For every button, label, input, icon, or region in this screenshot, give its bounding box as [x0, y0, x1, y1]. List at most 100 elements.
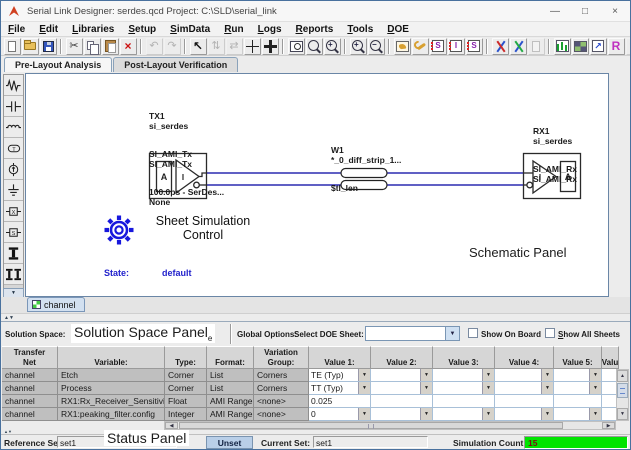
cell-variable[interactable]: Etch [58, 369, 165, 382]
cell-format[interactable]: AMI Range [207, 395, 254, 408]
cell-value3[interactable]: ▼ [433, 382, 495, 395]
dropdown-arrow-icon[interactable]: ▼ [589, 408, 601, 420]
dropdown-arrow-icon[interactable]: ▼ [482, 369, 494, 381]
source-icon[interactable] [4, 159, 23, 180]
menu-edit[interactable]: Edit [32, 24, 65, 35]
dropdown-arrow-icon[interactable]: ▼ [358, 369, 370, 381]
zoom-in-alt-icon[interactable]: + [349, 37, 367, 55]
menu-run[interactable]: Run [217, 24, 250, 35]
menu-tools[interactable]: Tools [340, 24, 380, 35]
save-icon[interactable] [39, 37, 57, 55]
cell-variable[interactable]: RX1:peaking_filter.config [58, 408, 165, 421]
dropdown-arrow-icon[interactable]: ▼ [541, 369, 553, 381]
sparam-viewer-icon[interactable]: S [429, 37, 447, 55]
scroll-left-icon[interactable]: ◀ [165, 422, 178, 429]
cell-net[interactable]: channel [2, 382, 58, 395]
cell-value4[interactable]: ▼ [495, 408, 554, 421]
cell-value3[interactable]: ▼ [433, 369, 495, 382]
cell-net[interactable]: channel [2, 408, 58, 421]
cell-value1[interactable]: TE (Typ) ▼ [309, 369, 371, 382]
cell-value1[interactable]: TT (Typ) ▼ [309, 382, 371, 395]
menu-setup[interactable]: Setup [121, 24, 163, 35]
results-viewer-icon[interactable]: ↗ [589, 37, 607, 55]
resistor-icon[interactable] [4, 75, 23, 96]
cell-value4[interactable]: ▼ [495, 369, 554, 382]
cell-value2[interactable] [371, 395, 433, 408]
run-manager-icon[interactable]: R [607, 37, 625, 55]
panel-splitter[interactable]: ▲▼ [1, 313, 630, 321]
zoom-fit-icon[interactable] [305, 37, 323, 55]
cell-variable[interactable]: RX1:Rx_Receiver_Sensitivity [58, 395, 165, 408]
cell-format[interactable]: AMI Range [207, 408, 254, 421]
table-horizontal-scrollbar[interactable]: ◀ ▶ [164, 421, 616, 430]
cell-group[interactable]: Corners [254, 369, 309, 382]
probe-net-icon[interactable] [509, 37, 527, 55]
dropdown-arrow-icon[interactable]: ▼ [420, 408, 432, 420]
tools-wizard-icon[interactable] [411, 37, 429, 55]
schematic-canvas[interactable]: A I A I TX1 si_serdes SI_AMI_Tx SI_AMI_Tx [25, 73, 609, 297]
open-folder-icon[interactable] [21, 37, 39, 55]
tab-post-layout-verification[interactable]: Post-Layout Verification [113, 57, 239, 72]
cell-group[interactable]: <none> [254, 408, 309, 421]
xblock-icon[interactable]: X [4, 201, 23, 222]
cell-value2[interactable]: ▼ [371, 369, 433, 382]
cell-type[interactable]: Corner [165, 369, 207, 382]
dropdown-arrow-icon[interactable]: ▼ [589, 369, 601, 381]
zoom-out-icon[interactable]: − [367, 37, 385, 55]
copy-icon[interactable] [83, 37, 101, 55]
cell-net[interactable]: channel [2, 369, 58, 382]
cell-value4[interactable]: ▼ [495, 382, 554, 395]
doe-sheet-combobox[interactable]: ▼ [365, 326, 460, 341]
dropdown-arrow-icon[interactable]: ▼ [541, 382, 553, 394]
dropdown-arrow-icon[interactable]: ▼ [482, 382, 494, 394]
cut-icon[interactable]: ✂ [65, 37, 83, 55]
dropdown-arrow-icon[interactable]: ▼ [420, 369, 432, 381]
zoom-in-icon[interactable]: + [323, 37, 341, 55]
sheet-tab-channel[interactable]: channel [27, 297, 85, 312]
spice-viewer-icon[interactable]: S [465, 37, 483, 55]
ibis-viewer-icon[interactable]: I [447, 37, 465, 55]
tab-pre-layout-analysis[interactable]: Pre-Layout Analysis [4, 57, 113, 72]
cell-value5[interactable]: ▼ [554, 369, 602, 382]
select-pointer-icon[interactable]: ↖ [189, 37, 207, 55]
cell-value5[interactable]: ▼ [554, 382, 602, 395]
cell-group[interactable]: Corners [254, 382, 309, 395]
dual-connector-icon[interactable] [4, 264, 23, 285]
dropdown-arrow-icon[interactable]: ▼ [358, 382, 370, 394]
connector-icon[interactable] [4, 243, 23, 264]
maximize-button[interactable]: □ [570, 1, 600, 21]
menu-libraries[interactable]: Libraries [65, 24, 121, 35]
menu-doe[interactable]: DOE [380, 24, 416, 35]
sheet-simulation-gear-icon[interactable] [102, 213, 136, 247]
minimize-button[interactable]: — [540, 1, 570, 21]
cell-format[interactable]: List [207, 382, 254, 395]
cell-value4[interactable] [495, 395, 554, 408]
vertical-scroll-thumb[interactable] [617, 383, 628, 398]
move-icon[interactable] [261, 37, 279, 55]
cell-value2[interactable]: ▼ [371, 408, 433, 421]
transmission-line-icon[interactable]: T [4, 138, 23, 159]
capacitor-icon[interactable] [4, 96, 23, 117]
cell-value2[interactable]: ▼ [371, 382, 433, 395]
paste-icon[interactable] [101, 37, 119, 55]
dropdown-arrow-icon[interactable]: ▼ [420, 382, 432, 394]
cell-value3[interactable]: ▼ [433, 408, 495, 421]
sblock-icon[interactable]: S [4, 222, 23, 243]
cell-value5[interactable] [554, 395, 602, 408]
cell-type[interactable]: Corner [165, 382, 207, 395]
menu-reports[interactable]: Reports [289, 24, 341, 35]
cell-variable[interactable]: Process [58, 382, 165, 395]
dropdown-arrow-icon[interactable]: ▼ [358, 408, 370, 420]
unset-button[interactable]: Unset [206, 436, 253, 449]
scroll-right-icon[interactable]: ▶ [602, 422, 615, 429]
table-vertical-scrollbar[interactable]: ▲ ▼ [616, 369, 629, 421]
crosshair-icon[interactable] [243, 37, 261, 55]
scroll-up-icon[interactable]: ▲ [617, 370, 628, 382]
menu-logs[interactable]: Logs [251, 24, 289, 35]
inductor-icon[interactable] [4, 117, 23, 138]
zoom-area-icon[interactable] [287, 37, 305, 55]
cell-format[interactable]: List [207, 369, 254, 382]
dropdown-arrow-icon[interactable]: ▼ [589, 382, 601, 394]
board-wizard-icon[interactable] [393, 37, 411, 55]
cell-value5[interactable]: ▼ [554, 408, 602, 421]
